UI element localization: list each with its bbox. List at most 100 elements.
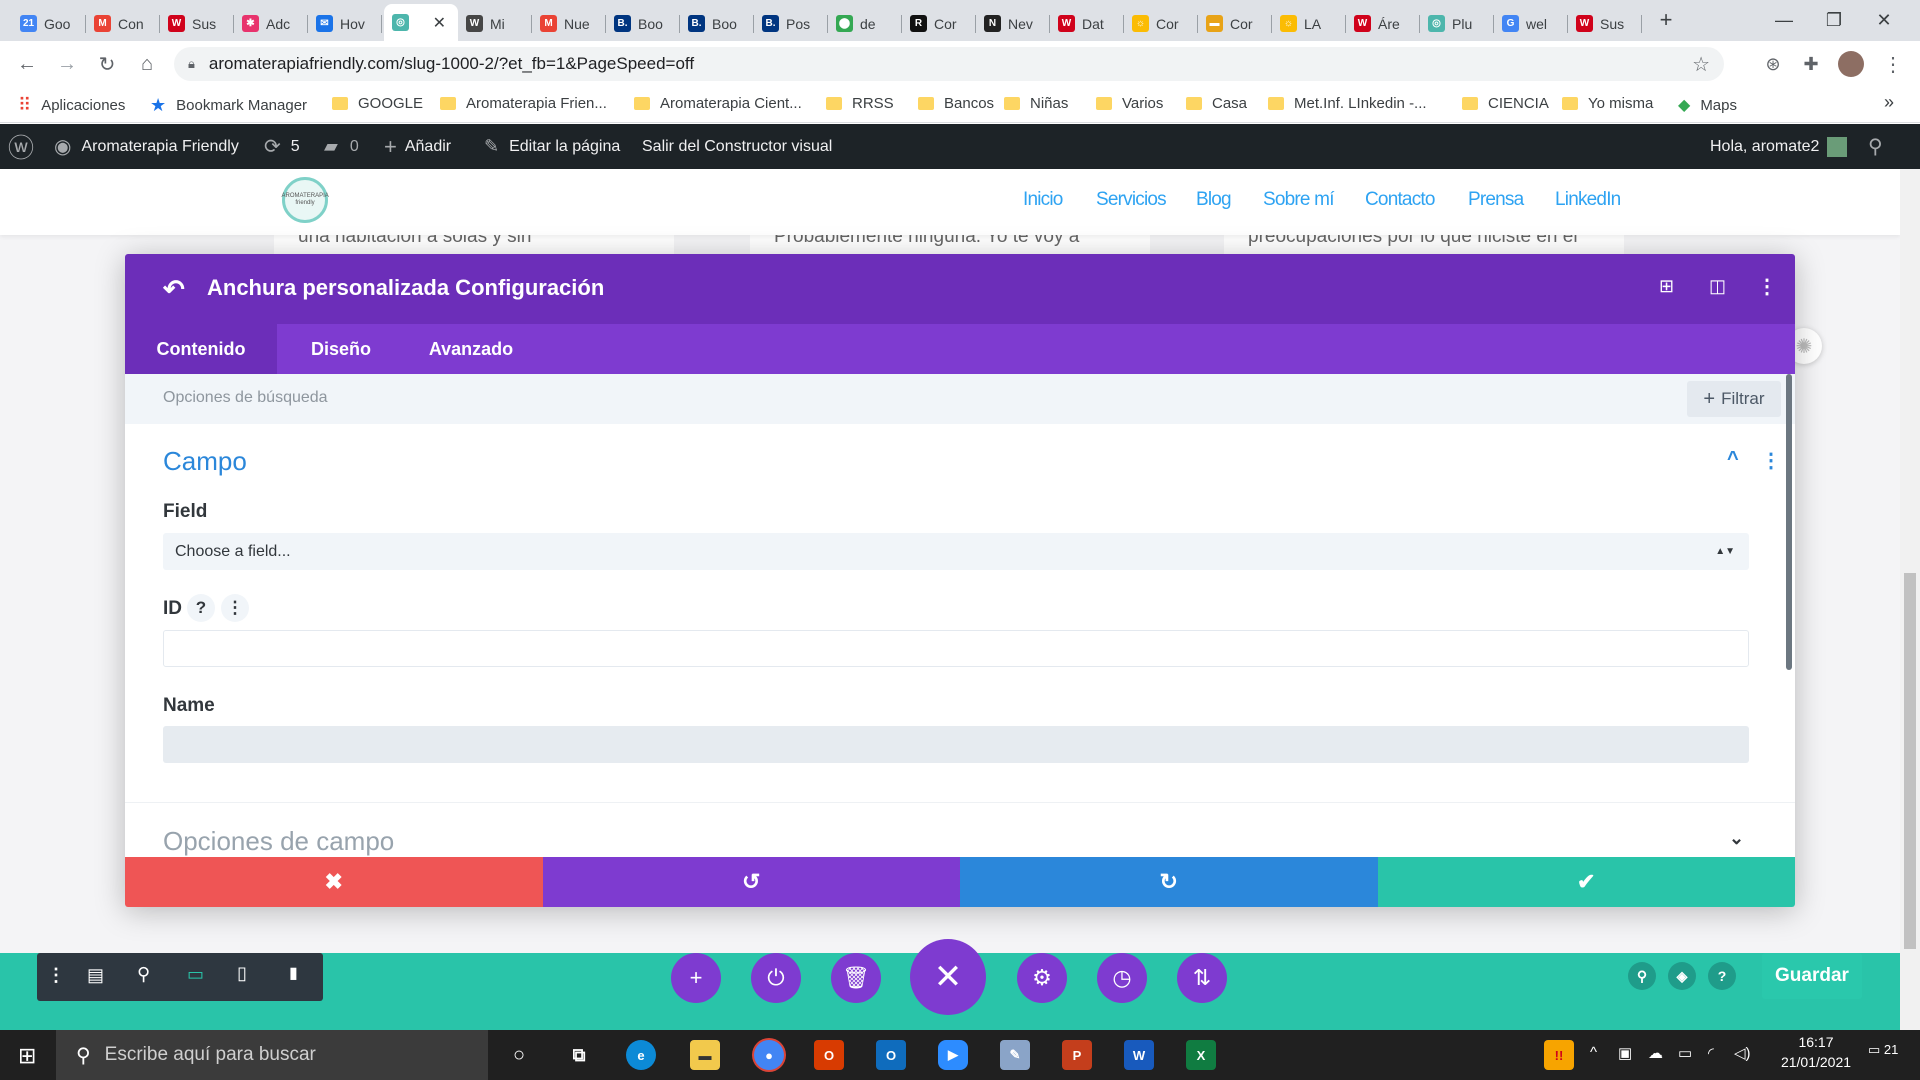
search-options-input[interactable]: Opciones de búsqueda [163,389,328,407]
name-input[interactable] [163,726,1749,763]
edit-page-link[interactable]: ✎ Editar la página [484,124,620,169]
zoom-icon[interactable]: ⚲ [137,964,150,985]
notification-center[interactable]: ▭ 21 [1868,1042,1898,1058]
browser-tab[interactable]: B. Boo [606,6,680,41]
layers-icon[interactable]: ◈ [1668,962,1696,990]
bookmark-star-icon[interactable]: ☆ [1692,52,1710,77]
browser-tab[interactable]: B. Pos [754,6,828,41]
nav-link[interactable]: Prensa [1468,189,1524,211]
edge-icon[interactable]: e [626,1040,656,1070]
browser-tab[interactable]: ✉ Hov [308,6,382,41]
undo-button[interactable]: ↺ [542,857,960,907]
close-window-icon[interactable]: ✕ [1860,6,1908,34]
id-input[interactable] [163,630,1749,667]
page-scrollbar[interactable] [1900,169,1920,1030]
wireframe-icon[interactable]: ▤ [87,965,104,986]
browser-tab[interactable]: W Áre [1346,6,1420,41]
clock[interactable]: 16:17 21/01/2021 [1776,1034,1856,1070]
browser-tab[interactable]: B. Boo [680,6,754,41]
excel-icon[interactable]: X [1186,1040,1216,1070]
comments-link[interactable]: ▰ 0 [324,124,359,169]
chrome-icon[interactable]: ● [754,1040,784,1070]
volume-icon[interactable]: ◁) [1734,1044,1751,1062]
add-module-icon[interactable]: + [671,953,721,1003]
nav-link[interactable]: Contacto [1365,189,1435,211]
discard-button[interactable]: ✖ [125,857,543,907]
browser-tab[interactable]: ☼ LA [1272,6,1346,41]
bookmark-item[interactable]: ★ Bookmark Manager [150,95,307,116]
browser-tab[interactable]: Gwel [1494,6,1568,41]
nav-link[interactable]: Sobre mí [1263,189,1334,211]
maximize-icon[interactable]: ❐ [1810,6,1858,34]
bookmark-item[interactable]: ⠿ Aplicaciones [18,95,125,116]
bookmark-item[interactable]: ◆ Maps [1678,95,1737,115]
cortana-icon[interactable]: ○ [504,1040,534,1070]
browser-tab[interactable]: R Cor [902,6,976,41]
browser-tab[interactable]: ▬ Cor [1198,6,1272,41]
paint-icon[interactable]: ✎ [1000,1040,1030,1070]
new-tab-button[interactable]: + [1642,6,1690,34]
alert-app-icon[interactable]: !! [1544,1040,1574,1070]
clear-layout-icon[interactable]: 🗑︎ [831,953,881,1003]
browser-tab[interactable]: W Mi [458,6,532,41]
browser-tab[interactable]: W Dat [1050,6,1124,41]
modal-menu-icon[interactable]: ⋮ [1757,274,1777,299]
section-opciones-title[interactable]: Opciones de campo [163,826,394,857]
page-settings-icon[interactable]: ⚙ [1017,953,1067,1003]
close-builder-icon[interactable]: ✕ [910,939,986,1015]
redo-button[interactable]: ↻ [960,857,1378,907]
user-greeting[interactable]: Hola, aromate2 [1710,124,1848,169]
save-button[interactable]: Guardar [1762,953,1862,999]
updates-link[interactable]: ⟳ 5 [264,124,300,169]
bookmark-item[interactable]: Yo misma [1562,95,1653,112]
minimize-icon[interactable]: — [1760,6,1808,34]
section-campo-title[interactable]: Campo [163,446,247,477]
portability-icon[interactable]: ⇅ [1177,953,1227,1003]
word-icon[interactable]: W [1124,1040,1154,1070]
site-name-link[interactable]: ◉ Aromaterapia Friendly [54,124,239,169]
bookmark-item[interactable]: Niñas [1004,95,1068,112]
file-explorer-icon[interactable]: ▬ [690,1040,720,1070]
tray-device-icon[interactable]: ▣ [1618,1044,1632,1062]
profile-avatar[interactable] [1836,49,1866,79]
exit-builder-link[interactable]: Salir del Constructor visual [642,124,832,169]
bookmark-item[interactable]: Met.Inf. LInkedin -... [1268,95,1427,112]
back-arrow-icon[interactable]: ↶ [163,274,185,305]
admin-search-icon[interactable]: ⚲ [1868,124,1883,169]
search-icon[interactable]: ⚲ [1628,962,1656,990]
zoom-app-icon[interactable]: ▶ [938,1040,968,1070]
forward-icon[interactable]: → [52,49,82,79]
browser-tab[interactable]: M Con [86,6,160,41]
nav-link[interactable]: Servicios [1096,189,1167,211]
reload-icon[interactable]: ↻ [92,49,122,79]
browser-tab[interactable]: 21 Goo [12,6,86,41]
filter-button[interactable]: + Filtrar [1687,381,1781,417]
outlook-icon[interactable]: O [876,1040,906,1070]
save-changes-button[interactable]: ✔ [1377,857,1795,907]
windows-start-icon[interactable]: ⊞ [18,1043,36,1069]
office-icon[interactable]: O [814,1040,844,1070]
tab-diseno[interactable]: Diseño [277,324,405,374]
chevron-down-icon[interactable]: ⌄ [1729,828,1744,849]
back-icon[interactable]: ← [12,49,42,79]
modal-scrollbar[interactable] [1786,374,1792,670]
close-tab-icon[interactable]: ✕ [433,13,446,33]
id-options-icon[interactable]: ⋮ [221,594,249,622]
nav-link[interactable]: Blog [1196,189,1232,211]
bookmark-item[interactable]: Bancos [918,95,994,112]
help-icon[interactable]: ? [1708,962,1736,990]
desktop-view-icon[interactable]: ▭ [187,964,204,985]
browser-tab[interactable]: ⬤ de [828,6,902,41]
browser-menu-icon[interactable]: ⋮ [1878,49,1908,79]
wifi-icon[interactable]: ◜ [1708,1044,1714,1062]
home-icon[interactable]: ⌂ [132,49,162,79]
task-view-icon[interactable]: ⧉ [564,1040,594,1070]
bookmark-item[interactable]: GOOGLE [332,95,423,112]
browser-tab[interactable]: ✱ Adc [234,6,308,41]
chevron-up-icon[interactable]: ^ [1727,448,1739,471]
tab-contenido[interactable]: Contenido [125,324,277,374]
tablet-view-icon[interactable]: ▯ [237,963,247,984]
browser-tab[interactable]: N Nev [976,6,1050,41]
extension-icon[interactable]: ⊛ [1758,49,1788,79]
browser-tab[interactable]: W Sus [1568,6,1642,41]
